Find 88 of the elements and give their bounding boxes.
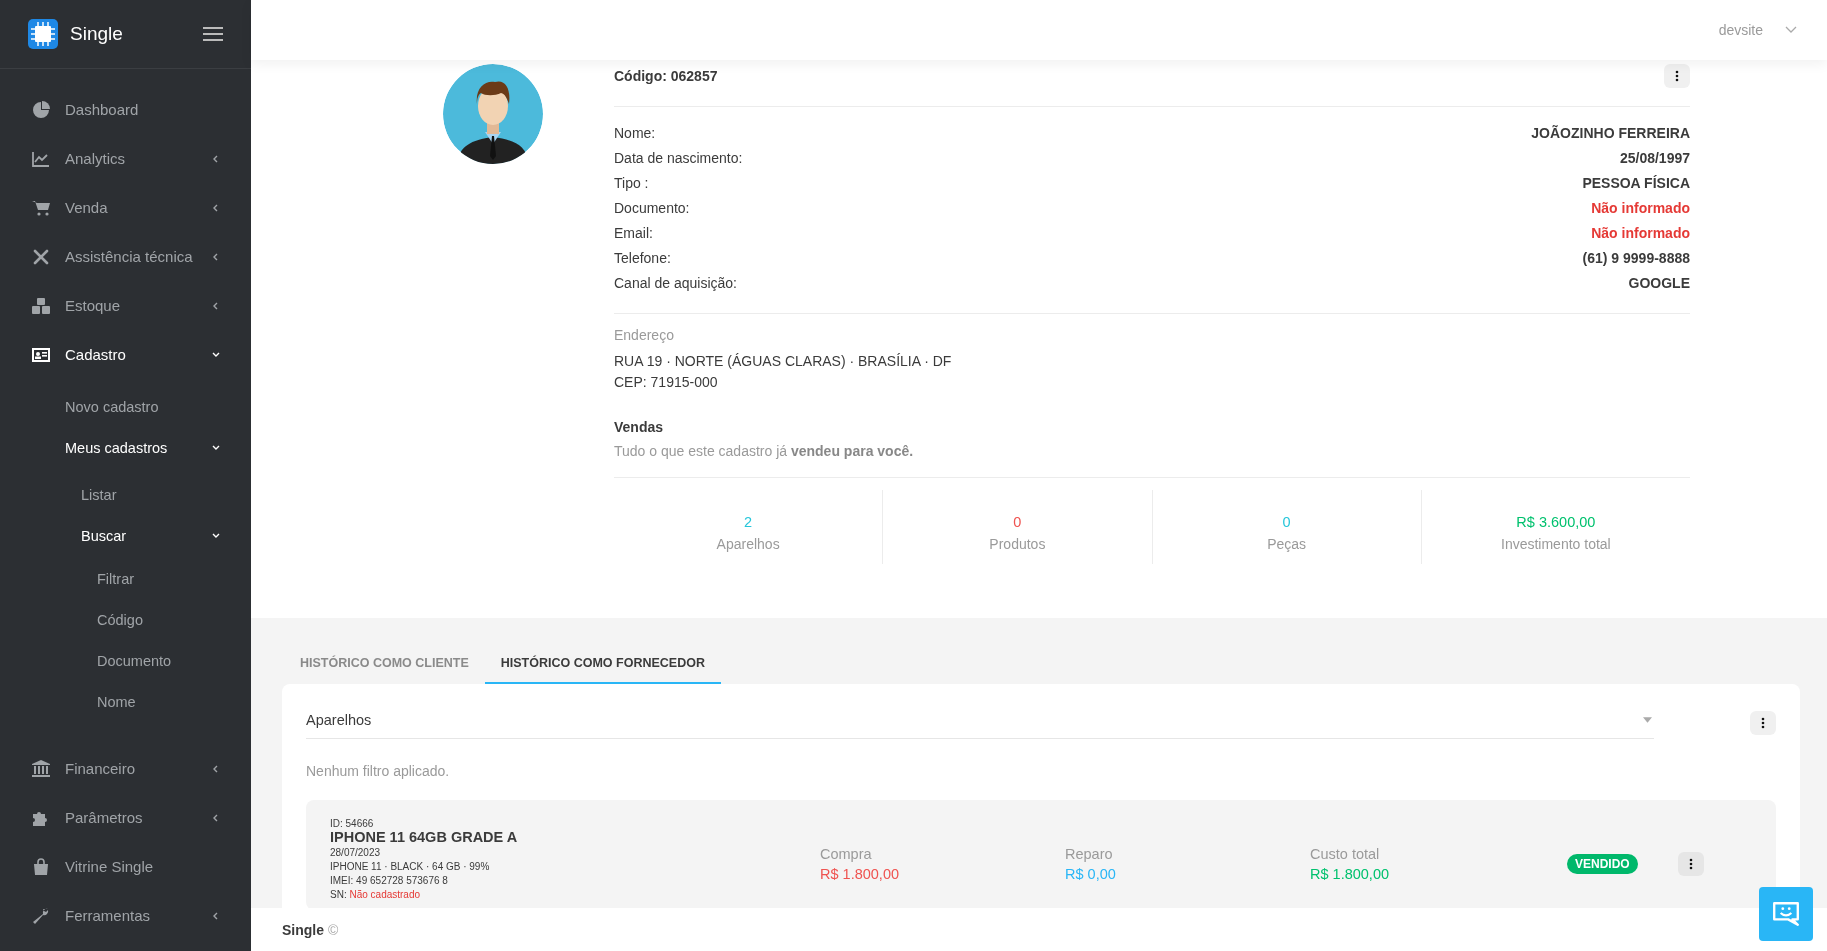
stat-label: Aparelhos <box>716 536 780 552</box>
sidebar-item[interactable]: Analytics <box>0 134 251 183</box>
brand-name: Single <box>70 23 124 45</box>
boxes-icon <box>32 296 50 315</box>
chat-button[interactable] <box>1759 887 1813 941</box>
more-options-button[interactable] <box>1750 710 1776 735</box>
amount-value: R$ 0,00 <box>1065 866 1117 882</box>
field-value: 25/08/1997 <box>1619 149 1690 166</box>
sidebar-item[interactable]: Parâmetros <box>0 793 251 842</box>
bank-icon <box>32 759 50 778</box>
sidebar-item[interactable]: Venda <box>0 183 251 232</box>
more-options-button[interactable] <box>1664 64 1690 88</box>
cart-icon <box>32 198 50 217</box>
more-vertical-icon <box>1675 70 1679 82</box>
record-date: 28/07/2023 <box>330 846 382 860</box>
sidebar-subitem[interactable]: Filtrar <box>0 558 251 599</box>
stat-label: Peças <box>1267 536 1307 552</box>
more-vertical-icon <box>1761 716 1765 729</box>
field-value: (61) 9 9999-8888 <box>1582 249 1690 266</box>
field-label: Nome: <box>614 124 656 141</box>
sidebar-subitem[interactable]: Código <box>0 599 251 640</box>
field-label: Tipo : <box>614 174 649 191</box>
stat-value: R$ 3.600,00 <box>1516 514 1596 530</box>
sidebar-item[interactable]: Dashboard <box>0 85 251 134</box>
address-line: CEP: 71915-000 <box>614 373 719 392</box>
field-value: GOOGLE <box>1628 274 1690 291</box>
stat-value: 0 <box>1013 514 1022 530</box>
address-line: RUA 19 · NORTE (ÁGUAS CLARAS) · BRASÍLIA · DF <box>614 352 953 371</box>
sidebar-subitem[interactable]: Buscar <box>0 515 251 556</box>
section-description: Tudo o que este cadastro já vendeu para você. <box>614 443 915 459</box>
chat-smile-icon <box>1771 899 1801 929</box>
sn-value: Não cadastrado <box>349 889 421 900</box>
chip-logo-icon <box>28 19 58 49</box>
status-badge: VENDIDO <box>1567 854 1638 874</box>
field-value: Não informado <box>1591 199 1690 216</box>
filter-note: Nenhum filtro aplicado. <box>306 763 451 779</box>
field-value: JOÃOZINHO FERREIRA <box>1531 124 1690 141</box>
sidebar-item[interactable]: Cadastro <box>0 330 251 379</box>
sidebar-item[interactable]: Ferramentas <box>0 891 251 940</box>
device-title: IPHONE 11 64GB GRADE A <box>330 829 519 845</box>
amount-label: Compra <box>820 846 873 862</box>
field-label: Email: <box>614 224 653 241</box>
sidebar-subitem[interactable]: Meus cadastros <box>0 427 251 468</box>
stat-value: 2 <box>744 514 753 530</box>
card-icon <box>32 345 50 364</box>
tab[interactable]: HISTÓRICO COMO CLIENTE <box>284 646 485 684</box>
more-vertical-icon <box>1689 858 1693 870</box>
amount-label: Reparo <box>1065 846 1114 862</box>
category-select[interactable]: Aparelhos <box>306 706 1654 739</box>
user-menu[interactable]: devsite <box>1718 22 1797 38</box>
stat-label: Investimento total <box>1501 536 1611 552</box>
field-value: Não informado <box>1591 224 1690 241</box>
chevron-down-icon <box>1785 26 1797 34</box>
copyright-mark: © <box>328 921 339 938</box>
section-label: Endereço <box>614 327 675 343</box>
chart-icon <box>32 149 50 168</box>
field-label: Telefone: <box>614 249 671 266</box>
sidebar-subitem[interactable]: Novo cadastro <box>0 386 251 427</box>
field-label: Documento: <box>614 199 690 216</box>
field-value: PESSOA FÍSICA <box>1582 174 1690 191</box>
avatar-figure-icon <box>443 64 543 164</box>
amount-value: R$ 1.800,00 <box>1310 866 1390 882</box>
menu-icon[interactable] <box>203 27 223 41</box>
wrench-icon <box>32 906 50 925</box>
pie-icon <box>32 100 50 119</box>
bag-icon <box>32 857 50 876</box>
sidebar-item[interactable]: Estoque <box>0 281 251 330</box>
record-id: ID: 54666 <box>330 818 375 829</box>
amount-value: R$ 1.800,00 <box>820 866 900 882</box>
section-title: Vendas <box>614 419 665 435</box>
more-options-button[interactable] <box>1678 852 1704 876</box>
imei-text: IMEI: 49 652728 573676 8 <box>330 874 449 888</box>
stat-label: Produtos <box>989 536 1046 552</box>
dropdown-arrow-icon <box>1643 717 1652 723</box>
field-label: Data de nascimento: <box>614 149 743 166</box>
sidebar-item[interactable]: Financeiro <box>0 744 251 793</box>
sn-label: SN: <box>330 889 347 900</box>
field-label: Canal de aquisição: <box>614 274 737 291</box>
record-code: Código: 062857 <box>614 68 718 84</box>
amount-label: Custo total <box>1310 846 1381 862</box>
stat-value: 0 <box>1282 514 1291 530</box>
sidebar-item[interactable]: Vitrine Single <box>0 842 251 891</box>
footer-brand: Single <box>282 921 324 938</box>
sidebar-subitem[interactable]: Documento <box>0 640 251 681</box>
sidebar-subitem[interactable]: Listar <box>0 474 251 515</box>
device-specs: IPHONE 11 · BLACK · 64 GB · 99% <box>330 860 491 874</box>
sidebar-item[interactable]: Assistência técnica <box>0 232 251 281</box>
sidebar-subitem[interactable]: Nome <box>0 681 251 722</box>
